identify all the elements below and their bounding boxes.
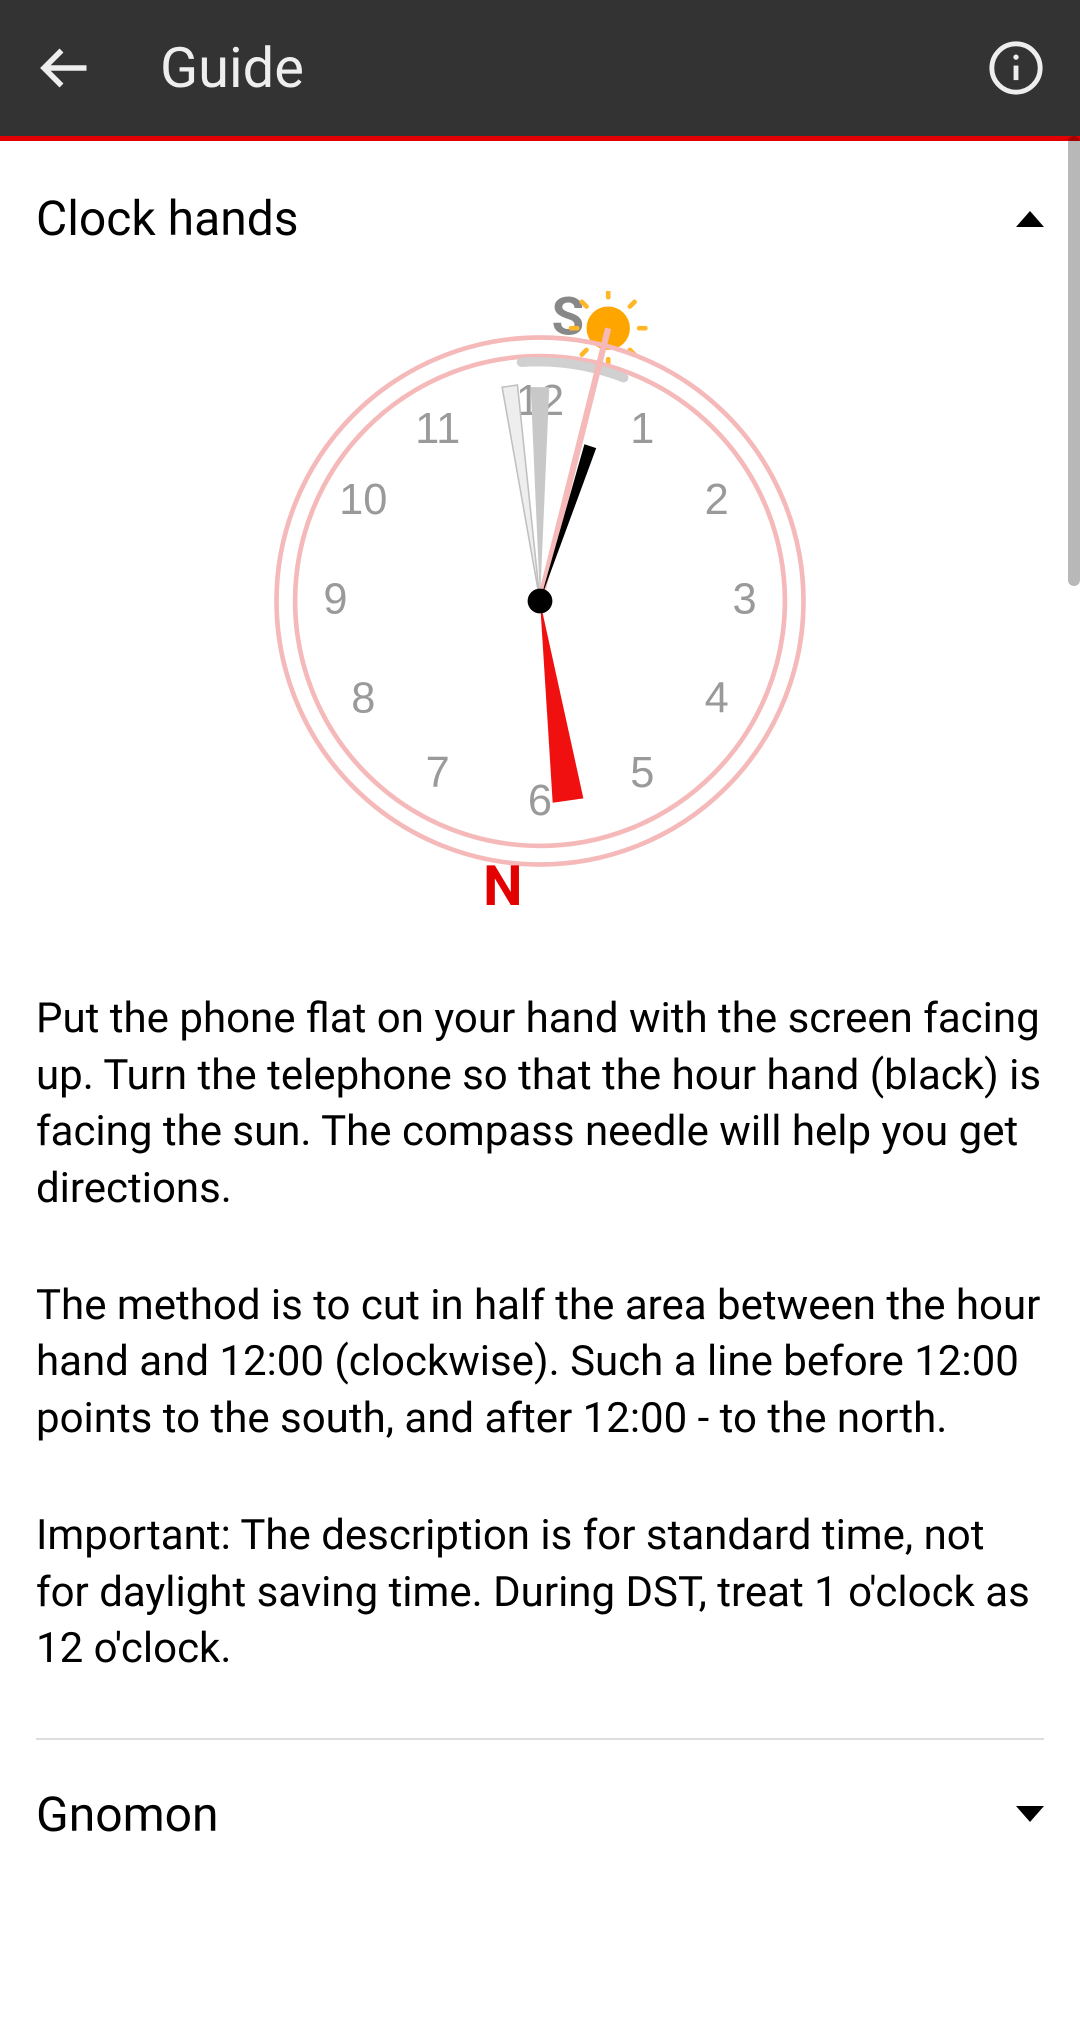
svg-text:3: 3: [733, 575, 757, 623]
section-title: Gnomon: [36, 1786, 219, 1843]
description-paragraph: The method is to cut in half the area be…: [36, 1278, 1044, 1448]
back-button[interactable]: [28, 32, 100, 104]
clock-pivot: [528, 589, 553, 614]
svg-text:10: 10: [339, 476, 387, 524]
svg-text:5: 5: [630, 749, 654, 797]
arrow-left-icon: [34, 38, 94, 98]
info-icon: [987, 39, 1045, 97]
caret-down-icon: [1016, 1806, 1044, 1822]
clock-diagram: S 12: [36, 281, 1044, 931]
description-paragraph: Put the phone flat on your hand with the…: [36, 991, 1044, 1218]
north-label: N: [483, 853, 522, 911]
svg-text:2: 2: [705, 476, 729, 524]
description-paragraph: Important: The description is for standa…: [36, 1508, 1044, 1678]
scroll-indicator[interactable]: [1068, 136, 1080, 586]
svg-text:9: 9: [323, 575, 347, 623]
svg-text:11: 11: [415, 405, 460, 453]
svg-text:4: 4: [705, 675, 729, 723]
svg-text:1: 1: [630, 405, 654, 453]
app-header: Guide: [0, 0, 1080, 136]
page-title: Guide: [160, 35, 304, 101]
caret-up-icon: [1016, 211, 1044, 227]
svg-text:6: 6: [528, 777, 552, 825]
section-clock-hands-header[interactable]: Clock hands: [36, 136, 1044, 281]
svg-text:7: 7: [426, 749, 450, 797]
content-area: Clock hands S: [0, 136, 1080, 2033]
svg-text:8: 8: [351, 675, 375, 723]
info-button[interactable]: [980, 32, 1052, 104]
section-title: Clock hands: [36, 190, 299, 247]
section-description: Put the phone flat on your hand with the…: [36, 931, 1044, 1678]
section-gnomon-header[interactable]: Gnomon: [36, 1740, 1044, 1843]
